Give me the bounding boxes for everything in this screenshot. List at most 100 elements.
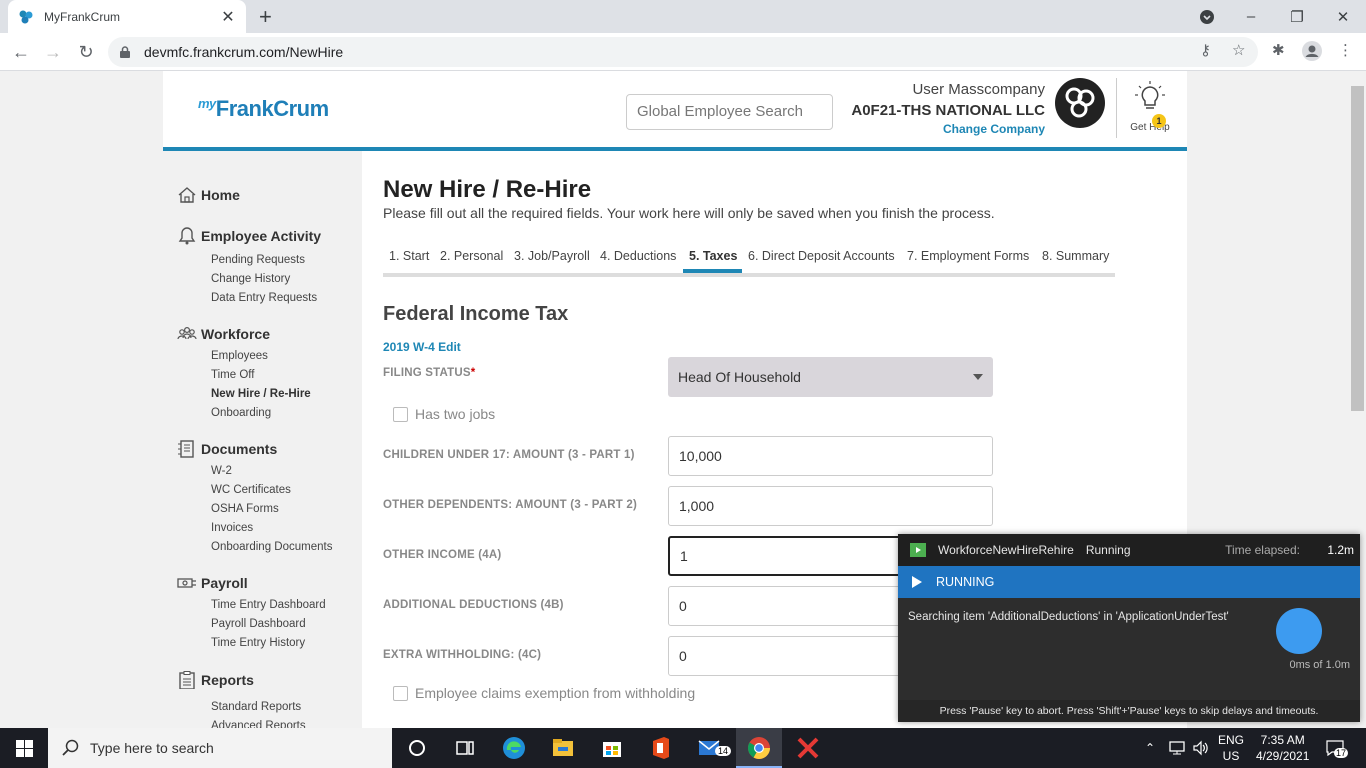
myfrankcrum-logo[interactable]: myFrankCrum bbox=[198, 96, 329, 122]
section-title: Federal Income Tax bbox=[383, 303, 569, 325]
sidebar-item-employees[interactable]: Employees bbox=[211, 350, 268, 362]
browser-toolbar: ← → ↻ devmfc.frankcrum.com/NewHire ⚷ ☆ ✱… bbox=[0, 33, 1366, 71]
extensions-icon[interactable]: ✱ bbox=[1272, 41, 1285, 59]
chrome-icon[interactable] bbox=[746, 735, 772, 761]
sidebar-item-onboarding[interactable]: Onboarding bbox=[211, 407, 271, 419]
sidebar-item-home[interactable]: Home bbox=[177, 186, 240, 204]
checkbox-box[interactable] bbox=[393, 406, 408, 422]
store-icon[interactable] bbox=[599, 735, 625, 761]
children-amount-label: CHILDREN UNDER 17: AMOUNT (3 - PART 1) bbox=[383, 449, 635, 461]
running-banner: RUNNING bbox=[898, 566, 1360, 598]
sidebar-item-onboarding-documents[interactable]: Onboarding Documents bbox=[211, 541, 332, 553]
sidebar-section-employee-activity[interactable]: Employee Activity bbox=[177, 227, 321, 245]
tab-summary[interactable]: 8. Summary bbox=[1042, 249, 1109, 263]
forward-icon[interactable]: → bbox=[42, 41, 64, 63]
sidebar-item-time-entry-history[interactable]: Time Entry History bbox=[211, 637, 305, 649]
tab-taxes[interactable]: 5. Taxes bbox=[689, 249, 737, 263]
profile-avatar-icon[interactable] bbox=[1302, 41, 1322, 65]
home-icon bbox=[178, 187, 196, 203]
runner-footer: Press 'Pause' key to abort. Press 'Shift… bbox=[898, 700, 1360, 722]
company-logo-icon bbox=[1055, 78, 1105, 128]
tab-personal[interactable]: 2. Personal bbox=[440, 249, 503, 263]
reload-icon[interactable]: ↻ bbox=[75, 41, 97, 63]
additional-deductions-label: ADDITIONAL DEDUCTIONS (4B) bbox=[383, 599, 564, 611]
ranorex-icon[interactable] bbox=[795, 735, 821, 761]
tab-search-icon[interactable] bbox=[1184, 0, 1230, 33]
sidebar-section-documents[interactable]: Documents bbox=[177, 440, 277, 458]
search-icon bbox=[62, 739, 79, 756]
close-window-icon[interactable]: ✕ bbox=[1320, 0, 1366, 33]
sidebar-item-time-entry-dashboard[interactable]: Time Entry Dashboard bbox=[211, 599, 326, 611]
sidebar-section-workforce[interactable]: Workforce bbox=[177, 325, 270, 343]
minimize-icon[interactable]: – bbox=[1228, 0, 1274, 33]
get-help-button[interactable]: 1 Get Help bbox=[1125, 81, 1175, 133]
office-icon[interactable] bbox=[648, 735, 674, 761]
bell-icon bbox=[178, 227, 196, 245]
tab-employment-forms[interactable]: 7. Employment Forms bbox=[907, 249, 1029, 263]
tab-deductions[interactable]: 4. Deductions bbox=[600, 249, 676, 263]
language-indicator[interactable]: ENG US bbox=[1218, 732, 1244, 764]
windows-taskbar: Type here to search 14 ⌃ ENG US 7:35 AM … bbox=[0, 728, 1366, 768]
new-tab-icon[interactable]: + bbox=[259, 4, 272, 30]
frankcrum-favicon-icon bbox=[19, 10, 33, 23]
browser-tab[interactable]: MyFrankCrum ✕ bbox=[8, 0, 246, 33]
page-scrollbar-thumb[interactable] bbox=[1351, 86, 1364, 411]
show-hidden-icons[interactable]: ⌃ bbox=[1145, 728, 1155, 768]
sidebar-section-reports[interactable]: Reports bbox=[177, 671, 254, 689]
sidebar-item-invoices[interactable]: Invoices bbox=[211, 522, 253, 534]
people-icon bbox=[177, 326, 197, 340]
tab-job-payroll[interactable]: 3. Job/Payroll bbox=[514, 249, 590, 263]
taskbar-search-input[interactable]: Type here to search bbox=[48, 728, 392, 768]
time-elapsed-value: 1.2m bbox=[1327, 543, 1354, 557]
get-help-label: Get Help bbox=[1130, 122, 1170, 133]
required-marker: * bbox=[470, 367, 476, 379]
time-elapsed-label: Time elapsed: bbox=[1225, 543, 1300, 557]
sidebar-item-osha-forms[interactable]: OSHA Forms bbox=[211, 503, 279, 515]
sidebar-item-data-entry-requests[interactable]: Data Entry Requests bbox=[211, 292, 317, 304]
tab-direct-deposit[interactable]: 6. Direct Deposit Accounts bbox=[748, 249, 895, 263]
network-icon[interactable] bbox=[1168, 740, 1186, 756]
sidebar-section-payroll[interactable]: Payroll bbox=[177, 574, 248, 592]
menu-kebab-icon[interactable]: ⋮ bbox=[1338, 41, 1353, 59]
clock[interactable]: 7:35 AM 4/29/2021 bbox=[1256, 732, 1309, 764]
sidebar-item-new-hire[interactable]: New Hire / Re-Hire bbox=[211, 388, 311, 400]
edge-icon[interactable] bbox=[501, 735, 527, 761]
runner-message: Searching item 'AdditionalDeductions' in… bbox=[908, 611, 1229, 623]
key-icon[interactable]: ⚷ bbox=[1200, 41, 1211, 59]
sidebar-item-wc-certificates[interactable]: WC Certificates bbox=[211, 484, 291, 496]
checkbox-box[interactable] bbox=[393, 685, 408, 701]
back-icon[interactable]: ← bbox=[10, 41, 32, 63]
address-bar[interactable]: devmfc.frankcrum.com/NewHire bbox=[108, 37, 1258, 67]
w4-edit-link[interactable]: 2019 W-4 Edit bbox=[383, 340, 461, 354]
tab-close-icon[interactable]: ✕ bbox=[220, 7, 236, 27]
sidebar-item-advanced-reports[interactable]: Advanced Reports bbox=[211, 720, 306, 728]
tab-start[interactable]: 1. Start bbox=[389, 249, 429, 263]
sidebar-item-pending-requests[interactable]: Pending Requests bbox=[211, 254, 305, 266]
change-company-link[interactable]: Change Company bbox=[851, 122, 1045, 136]
play-icon bbox=[912, 576, 922, 588]
has-two-jobs-checkbox[interactable]: Has two jobs bbox=[393, 406, 495, 422]
cortana-icon[interactable] bbox=[404, 735, 430, 761]
other-dependents-input[interactable]: 1,000 bbox=[668, 486, 993, 526]
sidebar-item-w2[interactable]: W-2 bbox=[211, 465, 232, 477]
children-amount-input[interactable]: 10,000 bbox=[668, 436, 993, 476]
company-name: A0F21-THS NATIONAL LLC bbox=[851, 102, 1045, 119]
exemption-checkbox[interactable]: Employee claims exemption from withholdi… bbox=[393, 685, 695, 701]
filing-status-label: FILING STATUS* bbox=[383, 367, 476, 379]
mail-badge: 14 bbox=[715, 746, 732, 756]
url-text: devmfc.frankcrum.com/NewHire bbox=[144, 44, 344, 60]
filing-status-select[interactable]: Head Of Household bbox=[668, 357, 993, 397]
windows-start-icon[interactable] bbox=[0, 728, 48, 768]
star-icon[interactable]: ☆ bbox=[1232, 41, 1245, 59]
sidebar-item-payroll-dashboard[interactable]: Payroll Dashboard bbox=[211, 618, 306, 630]
sidebar-item-change-history[interactable]: Change History bbox=[211, 273, 290, 285]
task-view-icon[interactable] bbox=[452, 735, 478, 761]
chevron-down-icon bbox=[973, 374, 983, 380]
sidebar-item-standard-reports[interactable]: Standard Reports bbox=[211, 701, 301, 713]
clipboard-icon bbox=[179, 671, 195, 689]
file-explorer-icon[interactable] bbox=[550, 735, 576, 761]
volume-icon[interactable] bbox=[1192, 740, 1210, 756]
restore-icon[interactable]: ❐ bbox=[1274, 0, 1320, 33]
global-employee-search-input[interactable]: Global Employee Search bbox=[626, 94, 833, 130]
sidebar-item-time-off[interactable]: Time Off bbox=[211, 369, 254, 381]
